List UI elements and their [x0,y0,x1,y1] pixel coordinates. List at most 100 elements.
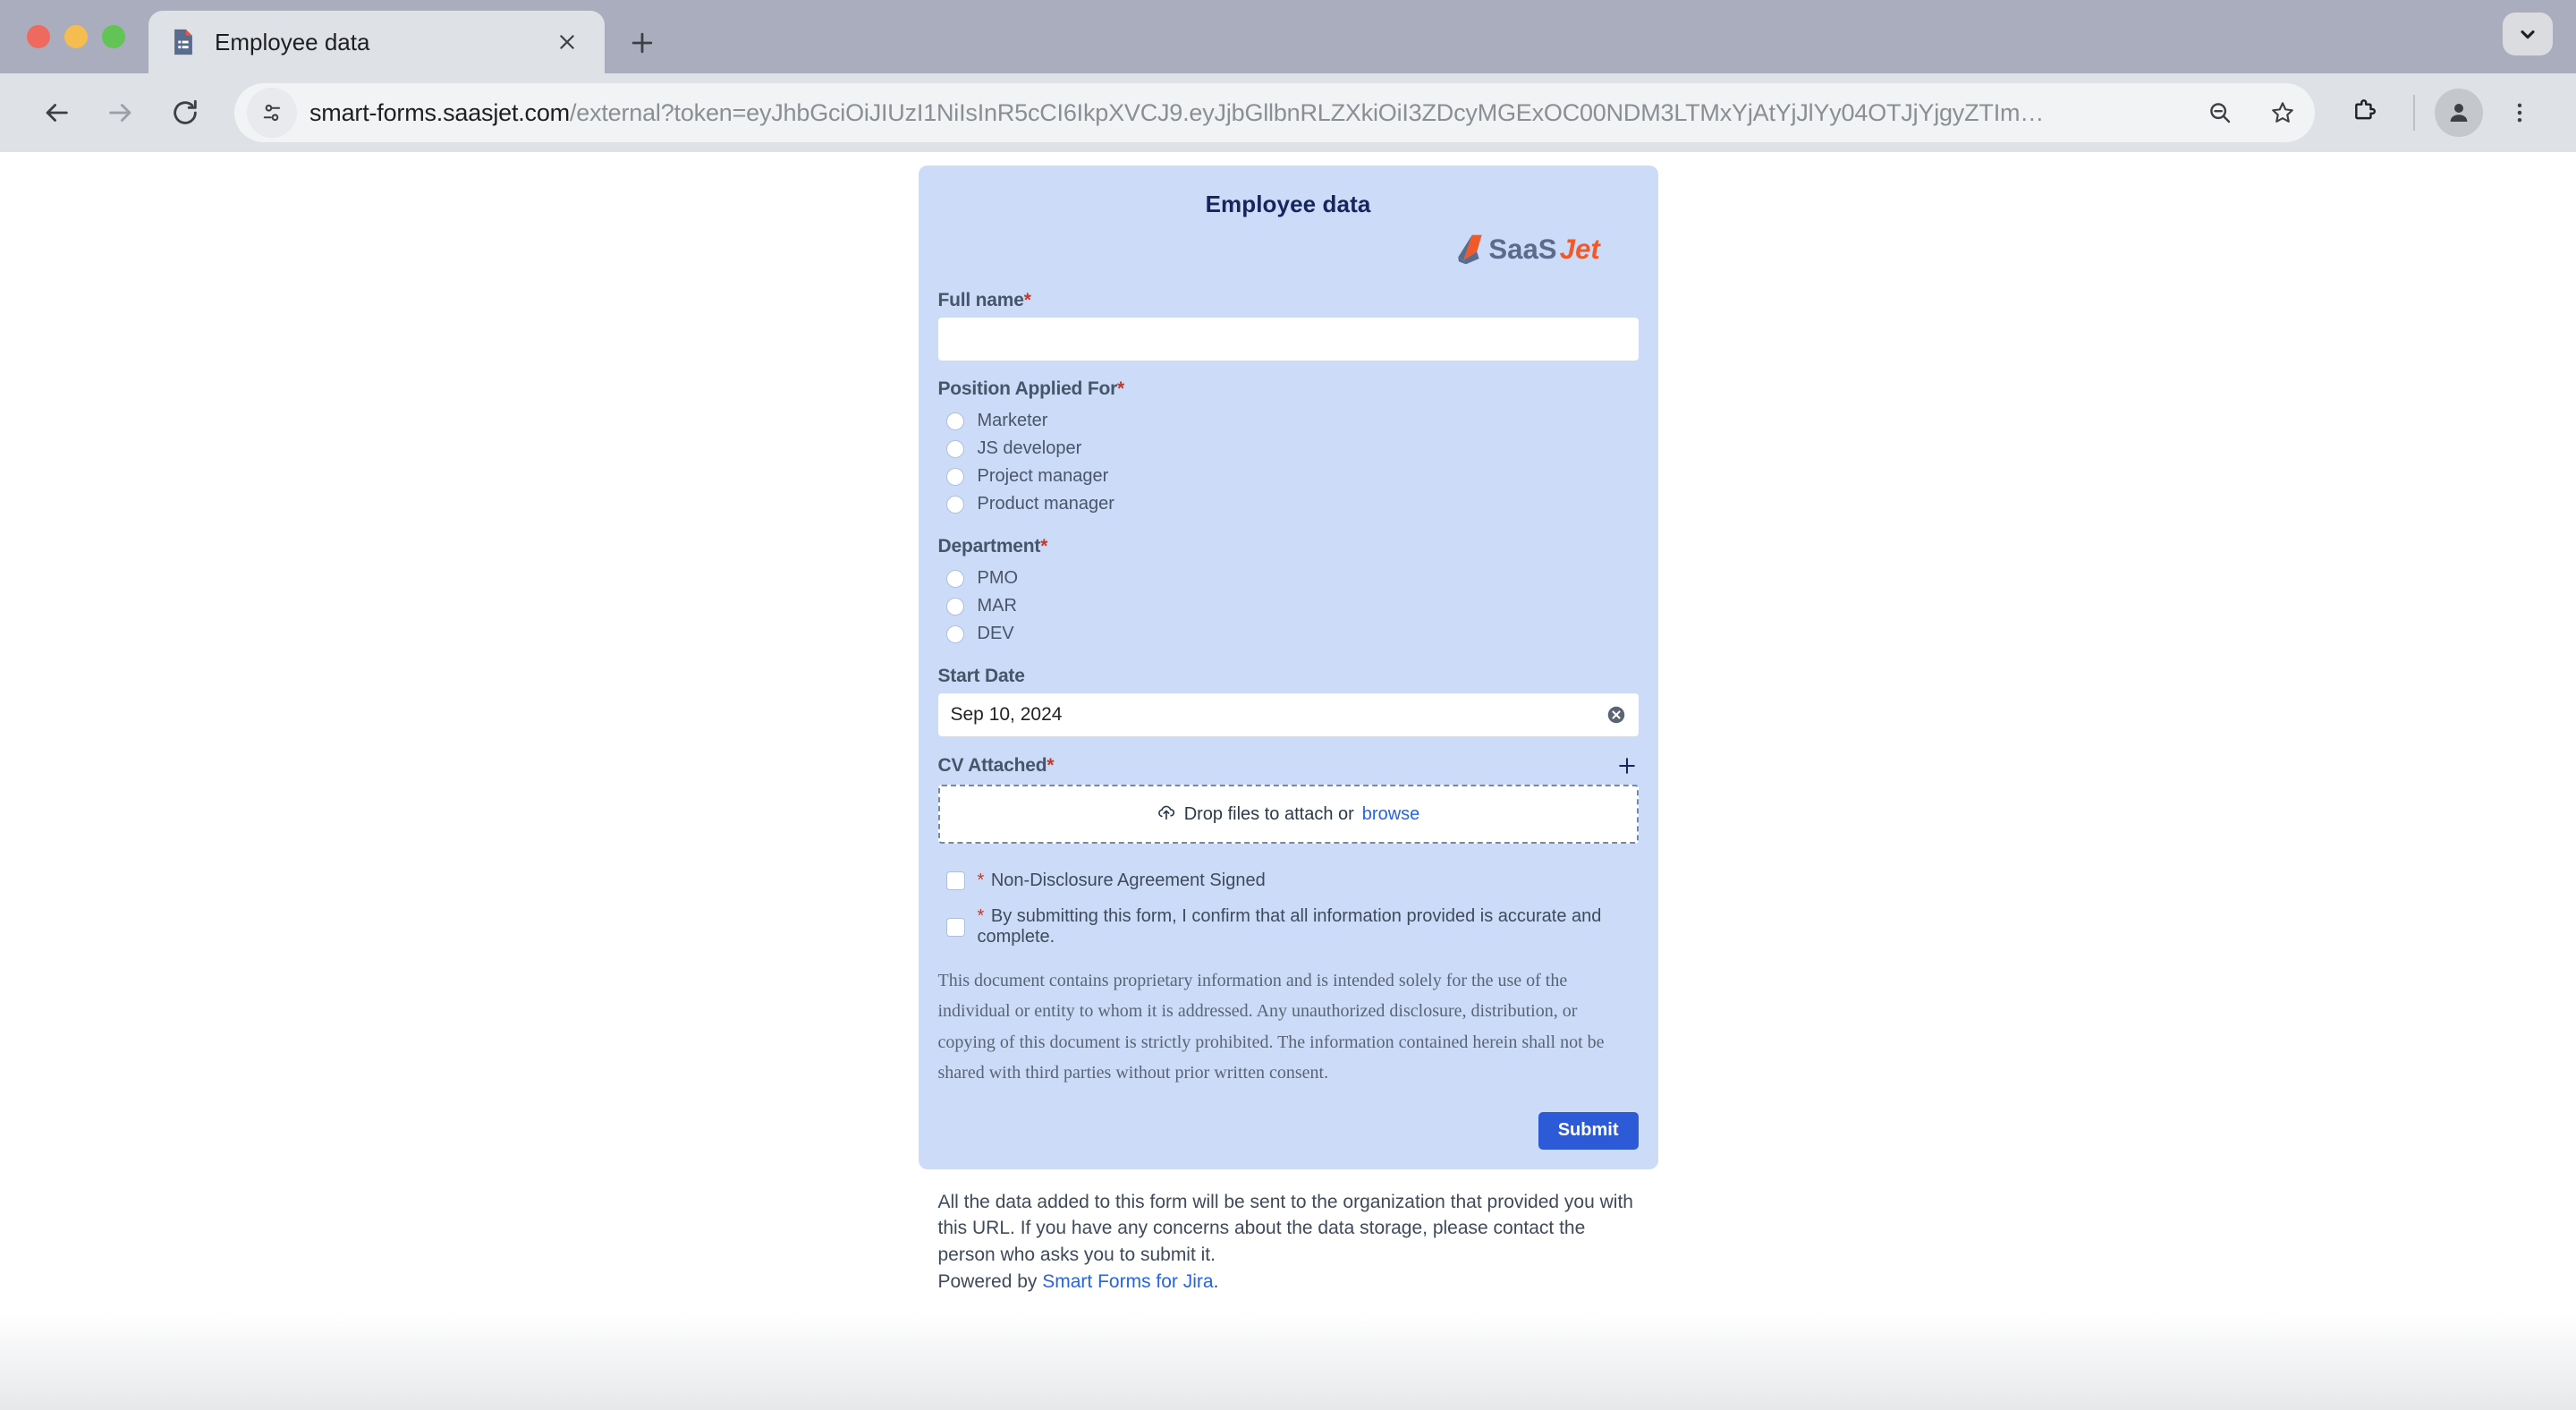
clear-circle-icon[interactable] [1606,705,1626,725]
required-marker: * [1023,290,1031,310]
kebab-menu-icon[interactable] [2490,83,2549,142]
employee-data-form-card: Employee data SaaS Jet Full name* Positi… [918,166,1658,1169]
submit-row: Submit [938,1111,1639,1150]
svg-text:SaaS: SaaS [1488,234,1556,265]
window-controls [27,0,125,73]
radio-label: Project manager [977,466,1109,486]
start-date-input-wrap [937,693,1639,736]
browser-tab[interactable]: Employee data [148,11,605,73]
reload-button[interactable] [156,83,215,142]
radio-option-marketer[interactable]: Marketer [938,407,1639,435]
radio-label: Product manager [977,494,1114,514]
position-field-group: Position Applied For* Marketer JS develo… [938,378,1639,518]
checkbox-row-nda[interactable]: * Non-Disclosure Agreement Signed [938,871,1639,891]
powered-suffix: . [1213,1271,1219,1292]
browser-toolbar: smart-forms.saasjet.com/external?token=e… [0,73,2576,152]
tab-title: Employee data [215,28,370,55]
cv-attached-field-group: CV Attached* Drop files to attach or bro… [937,754,1639,844]
svg-text:Jet: Jet [1559,234,1601,265]
forward-button[interactable] [91,83,150,142]
radio-label: DEV [977,624,1014,643]
required-marker: * [1117,378,1125,399]
powered-prefix: Powered by [937,1271,1043,1292]
cv-attached-label-text: CV Attached [937,755,1047,776]
page-settings-icon[interactable] [247,88,297,138]
star-icon[interactable] [2258,88,2308,138]
radio-label: JS developer [977,438,1082,458]
checkbox-icon[interactable] [946,918,964,936]
footer-powered-by: Powered by Smart Forms for Jira. [938,1269,1639,1295]
tab-search-button[interactable] [2503,13,2553,55]
checkbox-label: * Non-Disclosure Agreement Signed [978,871,1266,891]
radio-option-pmo[interactable]: PMO [938,565,1639,592]
new-tab-button[interactable] [617,18,667,68]
checkbox-label: * By submitting this form, I confirm tha… [978,906,1639,947]
page-bottom-shade [0,1312,2576,1410]
start-date-input[interactable] [937,693,1639,736]
cloud-upload-icon [1157,803,1176,827]
radio-label: Marketer [977,411,1048,430]
cv-attached-header: CV Attached* [938,754,1639,777]
back-button[interactable] [27,83,86,142]
zoom-out-magnifier-icon[interactable] [2195,88,2245,138]
minimize-window-button[interactable] [64,25,88,48]
radio-icon[interactable] [946,440,963,457]
footer-notice: All the data added to this form will be … [937,1191,1633,1266]
radio-icon[interactable] [946,468,963,485]
required-marker: * [977,906,985,926]
start-date-field-group: Start Date [937,666,1639,736]
person-avatar-icon[interactable] [2435,89,2483,137]
page-content: Employee data SaaS Jet Full name* Positi… [0,152,2576,1410]
department-field-group: Department* PMO MAR DEV [938,536,1639,648]
checkbox-label-text: By submitting this form, I confirm that … [977,906,1602,947]
radio-icon[interactable] [946,570,963,587]
smart-forms-link[interactable]: Smart Forms for Jira [1042,1271,1213,1292]
fullname-field-group: Full name* [937,290,1639,361]
fullname-label: Full name* [938,290,1639,311]
address-bar[interactable]: smart-forms.saasjet.com/external?token=e… [234,83,2315,142]
document-form-icon [168,27,199,57]
url-domain: smart-forms.saasjet.com [309,98,570,126]
cv-attached-label: CV Attached* [938,755,1055,777]
toolbar-divider [2413,95,2415,131]
close-window-button[interactable] [27,25,50,48]
page-title: Employee data [1205,191,1371,217]
radio-icon[interactable] [946,625,963,642]
checkbox-row-confirm[interactable]: * By submitting this form, I confirm tha… [938,906,1639,947]
plus-icon[interactable] [1615,754,1639,777]
file-dropzone[interactable]: Drop files to attach or browse [937,785,1639,844]
position-label: Position Applied For* [938,378,1639,400]
required-marker: * [1046,755,1055,776]
disclaimer-text: This document contains proprietary infor… [937,971,1605,1083]
radio-icon[interactable] [946,412,963,429]
checkbox-icon[interactable] [946,872,964,889]
maximize-window-button[interactable] [102,25,125,48]
browser-titlebar: Employee data [0,0,2576,73]
fullname-label-text: Full name [937,290,1024,310]
radio-icon[interactable] [946,496,963,513]
page-footer: All the data added to this form will be … [919,1169,1658,1295]
submit-button[interactable]: Submit [1538,1111,1639,1150]
radio-option-js-developer[interactable]: JS developer [938,435,1639,463]
toolbar-right-actions [2334,83,2549,142]
browse-link[interactable]: browse [1362,804,1419,825]
saasjet-logo: SaaS Jet [938,231,1639,268]
radio-icon[interactable] [946,598,963,615]
radio-label: PMO [977,568,1019,588]
url-path: /external?token=eyJhbGciOiJIUzI1NiIsInR5… [569,98,2045,126]
puzzle-piece-icon[interactable] [2334,83,2394,142]
department-label-text: Department [937,536,1041,556]
browser-window: Employee data smart-forms.saasjet.com/ex… [0,0,2576,1410]
position-label-text: Position Applied For [937,378,1118,399]
radio-option-product-manager[interactable]: Product manager [938,490,1639,518]
department-label: Department* [938,536,1639,557]
fullname-input[interactable] [937,318,1639,361]
checkbox-label-text: Non-Disclosure Agreement Signed [990,871,1266,890]
url-text: smart-forms.saasjet.com/external?token=e… [309,99,2182,127]
radio-option-project-manager[interactable]: Project manager [938,463,1639,490]
close-icon[interactable] [549,24,585,60]
radio-option-dev[interactable]: DEV [938,620,1639,648]
saasjet-logo-mark: SaaS Jet [1457,234,1601,265]
radio-option-mar[interactable]: MAR [938,592,1639,620]
radio-label: MAR [977,596,1017,616]
